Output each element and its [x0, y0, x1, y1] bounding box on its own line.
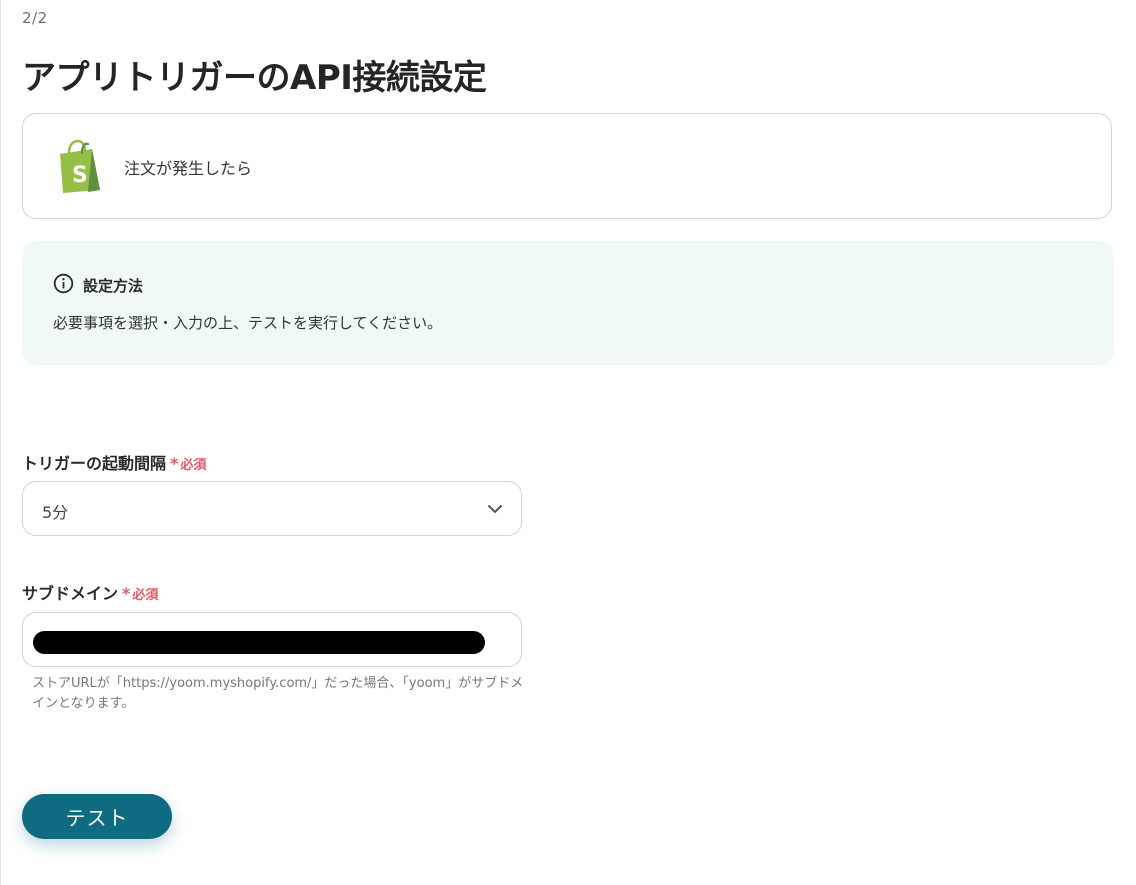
interval-select[interactable]: 5分 [22, 481, 522, 536]
info-box: 設定方法 必要事項を選択・入力の上、テストを実行してください。 [22, 241, 1114, 365]
page-title: アプリトリガーのAPI接続設定 [22, 58, 487, 98]
subdomain-field[interactable] [22, 612, 522, 667]
info-title: 設定方法 [83, 277, 144, 295]
subdomain-helper-text: ストアURLが「https://yoom.myshopify.com/」だった場… [32, 676, 524, 711]
required-text: 必須 [132, 588, 159, 603]
trigger-card: S 注文が発生したら [22, 113, 1112, 219]
interval-label: トリガーの起動間隔 * 必須 [22, 450, 206, 474]
interval-select-value: 5分 [42, 503, 69, 522]
required-star: * [170, 454, 179, 473]
shopify-bag-icon: S [60, 140, 100, 193]
info-body: 必要事項を選択・入力の上、テストを実行してください。 [53, 314, 443, 332]
subdomain-label: サブドメイン * 必須 [22, 580, 158, 604]
left-border [0, 0, 1, 885]
info-icon [53, 273, 74, 294]
required-text: 必須 [180, 458, 207, 473]
required-star: * [122, 584, 131, 603]
subdomain-input[interactable] [35, 631, 479, 653]
chevron-down-icon [488, 505, 502, 513]
test-button[interactable]: テスト [22, 794, 172, 839]
svg-text:S: S [72, 163, 88, 188]
trigger-label: 注文が発生したら [124, 159, 253, 178]
subdomain-label-text: サブドメイン [22, 584, 119, 603]
interval-label-text: トリガーの起動間隔 [22, 454, 167, 473]
step-indicator: 2/2 [22, 9, 48, 27]
